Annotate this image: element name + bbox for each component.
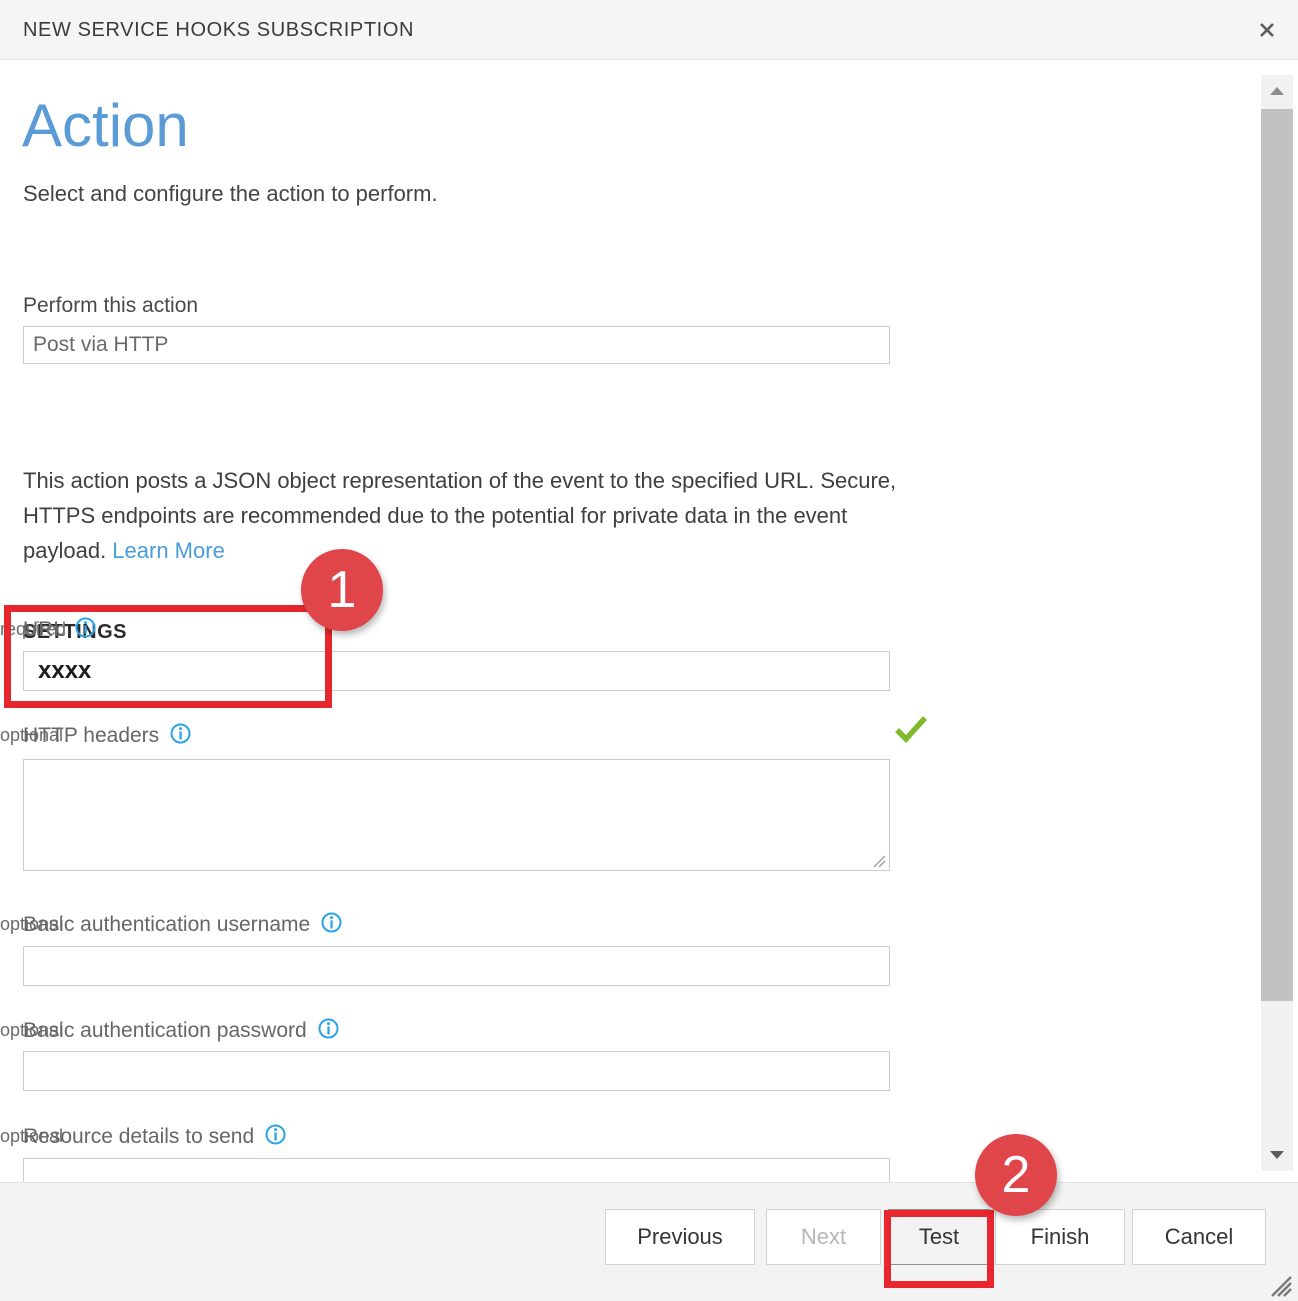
page-subtitle: Select and configure the action to perfo… bbox=[23, 181, 438, 207]
action-description: This action posts a JSON object represen… bbox=[23, 463, 903, 568]
perform-action-label: Perform this action bbox=[23, 294, 198, 318]
resource-details-input[interactable] bbox=[23, 1158, 890, 1182]
learn-more-link[interactable]: Learn More bbox=[112, 538, 225, 563]
page-title: Action bbox=[22, 93, 189, 159]
basic-auth-password-requirement: optional bbox=[0, 1020, 891, 1041]
perform-action-input[interactable] bbox=[23, 326, 890, 364]
url-requirement: required bbox=[0, 619, 891, 640]
previous-button[interactable]: Previous bbox=[605, 1209, 755, 1265]
scroll-up-arrow-icon[interactable] bbox=[1261, 75, 1293, 107]
scroll-down-arrow-icon[interactable] bbox=[1261, 1139, 1293, 1171]
test-button[interactable]: Test bbox=[888, 1209, 990, 1265]
cancel-button[interactable]: Cancel bbox=[1132, 1209, 1266, 1265]
scrollbar-thumb[interactable] bbox=[1261, 109, 1293, 1001]
url-valid-checkmark bbox=[894, 713, 928, 747]
close-icon[interactable] bbox=[1248, 12, 1286, 48]
basic-auth-password-input[interactable] bbox=[23, 1051, 890, 1091]
window-resize-grip[interactable] bbox=[1266, 1271, 1292, 1297]
basic-auth-username-requirement: optional bbox=[0, 914, 891, 935]
finish-button[interactable]: Finish bbox=[995, 1209, 1125, 1265]
http-headers-requirement: optional bbox=[0, 725, 891, 746]
content-scrollbar[interactable] bbox=[1248, 61, 1298, 1182]
new-service-hooks-subscription-dialog: NEW SERVICE HOOKS SUBSCRIPTION Action Se… bbox=[0, 0, 1298, 1301]
dialog-footer: Previous Next Test Finish Cancel bbox=[0, 1182, 1298, 1301]
dialog-content: Action Select and configure the action t… bbox=[0, 61, 1248, 1182]
next-button: Next bbox=[766, 1209, 881, 1265]
dialog-titlebar: NEW SERVICE HOOKS SUBSCRIPTION bbox=[0, 0, 1298, 60]
basic-auth-username-input[interactable] bbox=[23, 946, 890, 986]
url-input[interactable] bbox=[23, 651, 890, 691]
http-headers-textarea[interactable] bbox=[23, 759, 890, 871]
dialog-title: NEW SERVICE HOOKS SUBSCRIPTION bbox=[23, 19, 414, 42]
resource-details-requirement: optional bbox=[0, 1126, 891, 1147]
